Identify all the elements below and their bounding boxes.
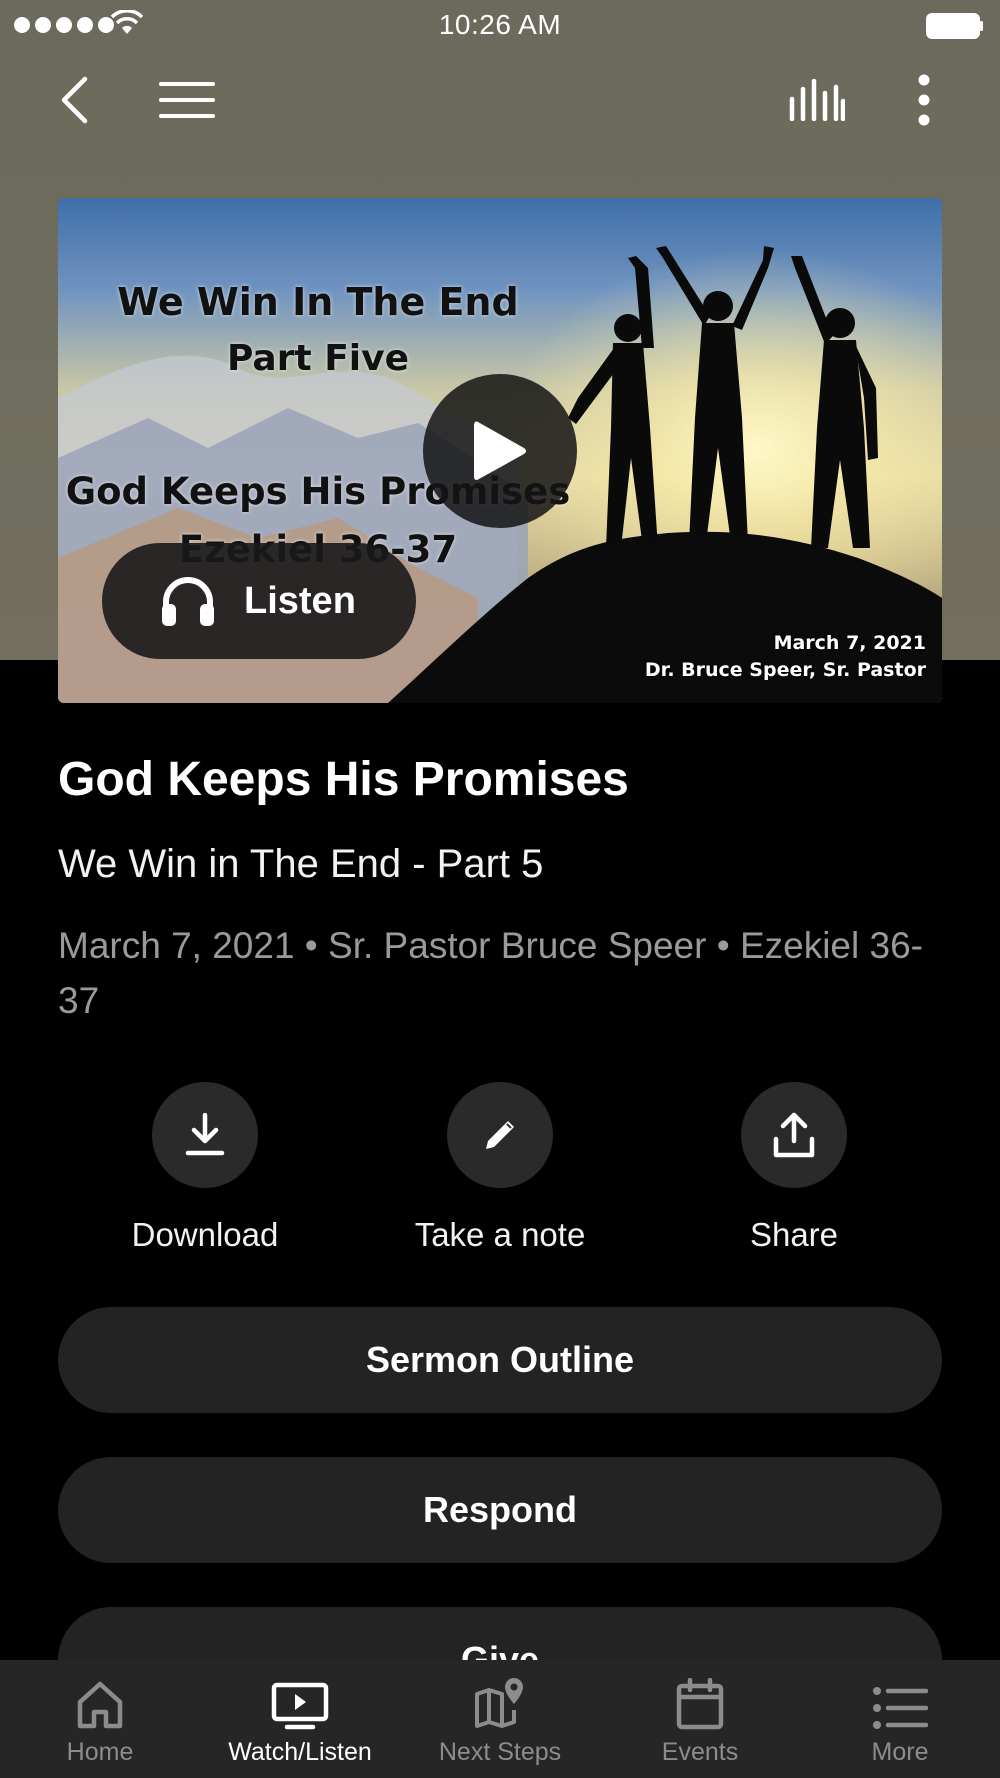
take-note-button[interactable] (447, 1082, 553, 1188)
sermon-subtitle: We Win in The End - Part 5 (58, 842, 544, 886)
take-note-action[interactable]: Take a note (390, 1082, 610, 1254)
download-icon (185, 1113, 225, 1156)
listen-label: Listen (244, 579, 356, 622)
download-label: Download (131, 1216, 279, 1253)
share-action[interactable]: Share (684, 1082, 904, 1254)
tab-watch-listen[interactable]: Watch/Listen (200, 1660, 400, 1778)
take-note-label: Take a note (414, 1216, 586, 1253)
audio-levels-button[interactable] (784, 72, 850, 128)
thumbnail-caption: March 7, 2021 Dr. Bruce Speer, Sr. Pasto… (645, 630, 926, 684)
play-button[interactable] (423, 374, 577, 528)
share-icon (773, 1112, 815, 1158)
vertical-dots-icon (918, 74, 930, 126)
share-button[interactable] (741, 1082, 847, 1188)
tab-home-label: Home (66, 1738, 134, 1766)
tab-events-label: Events (661, 1738, 739, 1766)
home-icon (77, 1681, 123, 1729)
play-icon (474, 421, 526, 480)
share-label: Share (749, 1216, 839, 1253)
thumbnail-date: March 7, 2021 (773, 632, 926, 654)
download-button[interactable] (152, 1082, 258, 1188)
tab-watch-listen-label: Watch/Listen (228, 1738, 372, 1766)
back-button[interactable] (44, 72, 104, 128)
thumbnail-line-2: Part Five (226, 338, 410, 379)
download-action[interactable]: Download (95, 1082, 315, 1254)
tab-events[interactable]: Events (600, 1660, 800, 1778)
tab-next-steps-label: Next Steps (438, 1738, 562, 1766)
thumbnail-line-1: We Win In The End (117, 280, 519, 324)
sermon-title: God Keeps His Promises (58, 753, 629, 806)
tab-next-steps[interactable]: Next Steps (400, 1660, 600, 1778)
tab-bar: Home Watch/Listen Next Steps Events More (0, 1660, 1000, 1778)
chevron-left-icon (61, 76, 88, 124)
watch-icon (271, 1682, 329, 1730)
headphones-icon (162, 577, 214, 626)
battery-icon (926, 13, 983, 39)
status-bar: 10:26 AM (0, 0, 1000, 50)
sermon-meta: March 7, 2021 • Sr. Pastor Bruce Speer •… (58, 925, 923, 1021)
calendar-icon (676, 1678, 724, 1730)
tab-more-label: More (871, 1738, 929, 1766)
list-icon (873, 1687, 928, 1729)
menu-button[interactable] (152, 72, 222, 128)
more-options-button[interactable] (894, 72, 954, 128)
sermon-outline-button[interactable]: Sermon Outline (58, 1307, 942, 1413)
tab-home[interactable]: Home (0, 1660, 200, 1778)
pencil-icon (486, 1121, 514, 1149)
respond-button[interactable]: Respond (58, 1457, 942, 1563)
top-nav-bar (0, 60, 1000, 140)
thumbnail-speaker: Dr. Bruce Speer, Sr. Pastor (644, 659, 926, 681)
equalizer-icon (789, 79, 845, 121)
listen-button[interactable]: Listen (102, 543, 416, 659)
map-icon (475, 1678, 523, 1728)
status-time: 10:26 AM (438, 9, 562, 40)
tab-more[interactable]: More (800, 1660, 1000, 1778)
hamburger-icon (159, 82, 215, 118)
